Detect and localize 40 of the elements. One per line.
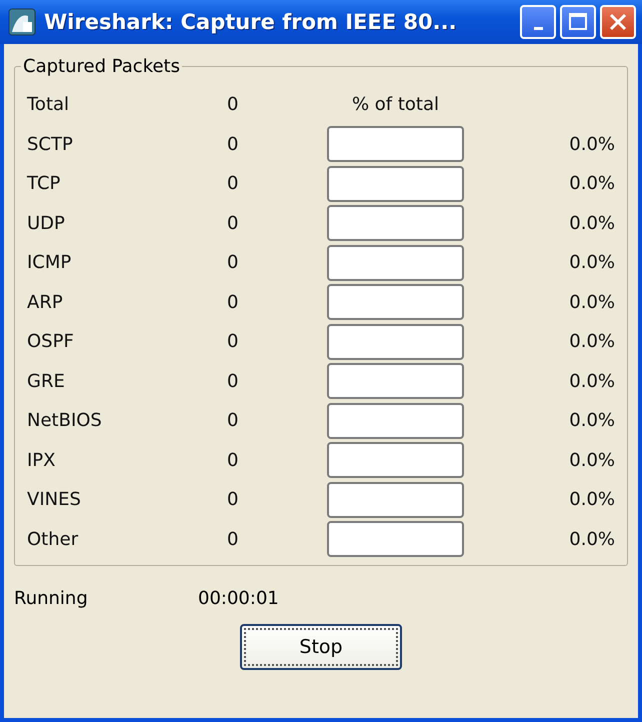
percent-value: 0.0% — [568, 134, 615, 155]
packet-count: 0 — [227, 173, 240, 194]
packet-count: 0 — [227, 212, 240, 234]
protocol-label: Other — [27, 528, 80, 550]
percent-value: 0.0% — [568, 528, 615, 550]
packet-count: 0 — [227, 370, 240, 392]
packet-count: 0 — [227, 410, 240, 432]
percent-value: 0.0% — [568, 173, 615, 194]
protocol-label: SCTP — [27, 134, 74, 155]
packet-count: 0 — [227, 450, 240, 471]
percent-value: 0.0% — [568, 489, 615, 510]
protocol-label: GRE — [27, 370, 66, 392]
percent-value: 0.0% — [568, 252, 615, 274]
protocol-label: ICMP — [27, 252, 72, 274]
elapsed-time: 00:00:01 — [198, 588, 279, 608]
packet-count: 0 — [227, 528, 240, 550]
protocol-label: Total — [27, 94, 70, 116]
column-heading: % of total — [350, 94, 440, 116]
protocol-label: NetBIOS — [27, 410, 103, 432]
percent-value: 0.0% — [568, 370, 615, 392]
packet-count: 0 — [227, 134, 240, 155]
protocol-label: OSPF — [27, 331, 75, 352]
percent-value: 0.0% — [568, 212, 615, 234]
protocol-label: UDP — [27, 212, 66, 234]
percent-value: 0.0% — [568, 331, 615, 352]
percent-value: 0.0% — [568, 292, 615, 313]
group-title: Captured Packets — [22, 56, 181, 77]
window-title: Wireshark: Capture from IEEE 80... — [44, 10, 458, 34]
packet-count: 0 — [227, 94, 240, 116]
protocol-label: IPX — [27, 450, 56, 471]
status-label: Running — [14, 588, 89, 608]
packet-count: 0 — [227, 489, 240, 510]
protocol-label: TCP — [27, 173, 62, 194]
percent-value: 0.0% — [568, 410, 615, 432]
packet-count: 0 — [227, 252, 240, 274]
packet-count: 0 — [227, 331, 240, 352]
protocol-label: ARP — [27, 292, 64, 313]
percent-value: 0.0% — [568, 450, 615, 471]
protocol-label: VINES — [27, 489, 82, 510]
packet-count: 0 — [227, 292, 240, 313]
